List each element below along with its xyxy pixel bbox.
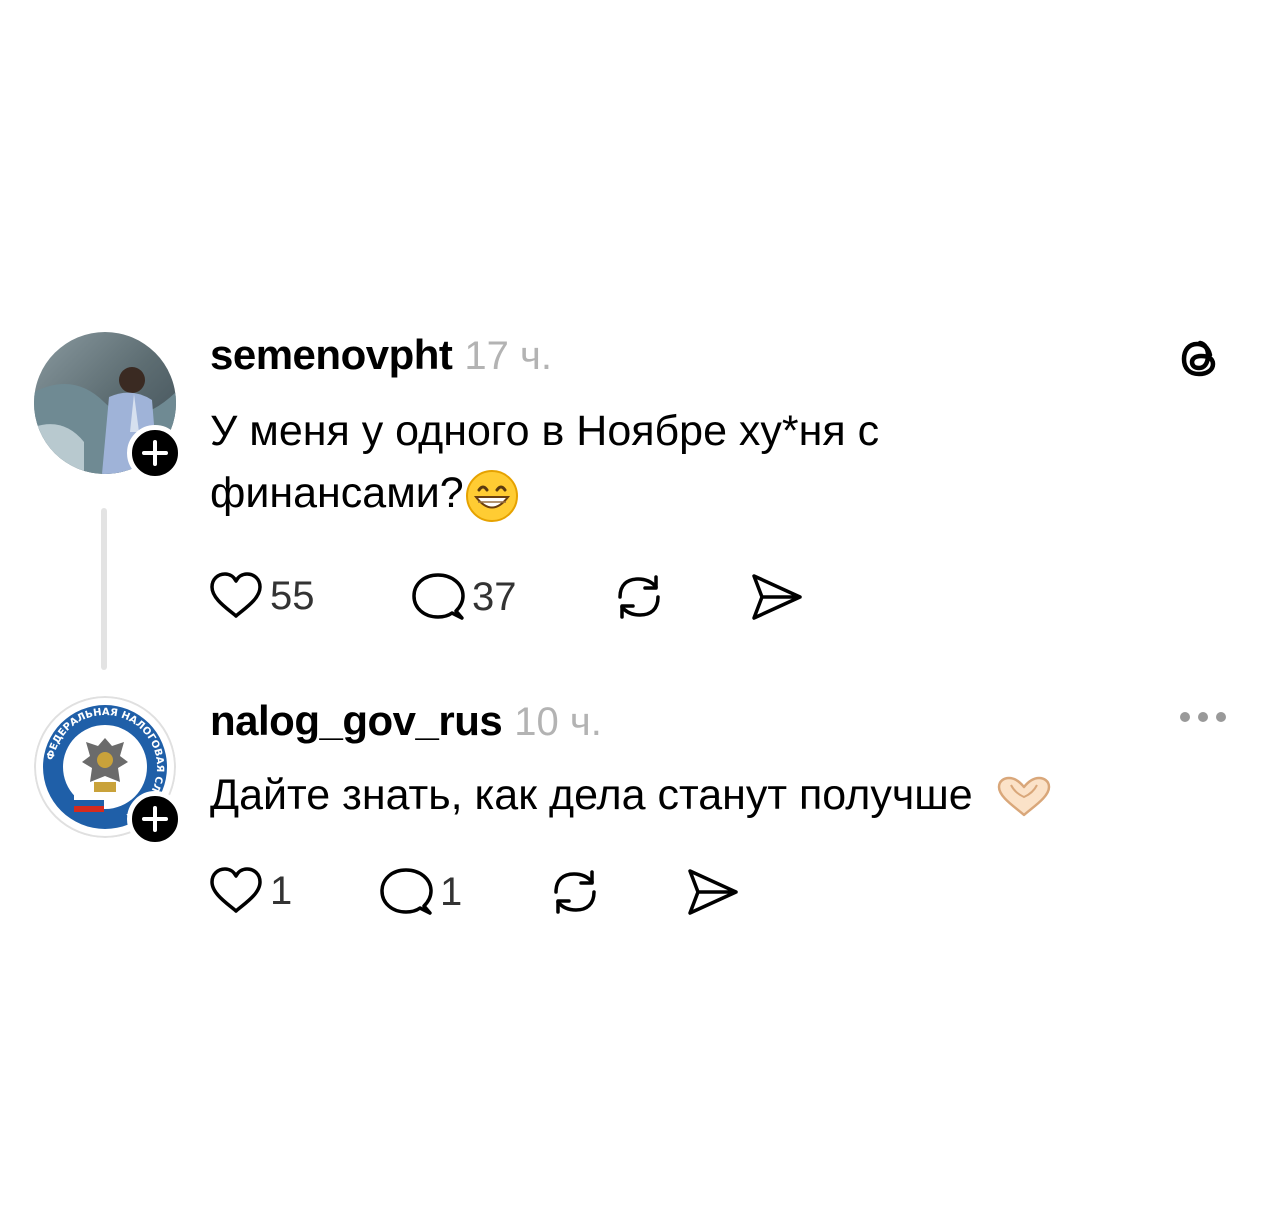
plus-icon — [142, 806, 168, 832]
like-count: 1 — [270, 869, 293, 913]
reply-button[interactable]: 1 — [378, 866, 462, 918]
timestamp: 10 ч. — [514, 700, 602, 744]
thread-connector — [101, 508, 107, 670]
post-text-line2-wrap: финансами? — [210, 462, 879, 524]
repost-icon[interactable] — [546, 864, 604, 920]
comment-icon — [380, 868, 433, 915]
username[interactable]: nalog_gov_rus — [210, 697, 503, 744]
username[interactable]: semenovpht — [210, 331, 453, 378]
heart-icon — [210, 867, 262, 913]
like-button[interactable]: 55 — [208, 571, 315, 621]
post-text-line1: У меня у одного в Ноябре ху*ня с — [210, 407, 880, 455]
post-text-line: Дайте знать, как дела станут получше — [210, 771, 973, 819]
reply-count: 1 — [440, 870, 463, 914]
heart-hands-icon — [997, 776, 1050, 816]
post-2: ФЕДЕРАЛЬНАЯ НАЛОГОВАЯ СЛУЖБА nalog_gov_r… — [0, 680, 1280, 980]
reply-count: 37 — [472, 575, 517, 619]
plus-icon — [142, 440, 168, 466]
reply-button[interactable]: 37 — [410, 571, 517, 623]
grinning-emoji-icon — [465, 469, 518, 522]
more-icon[interactable] — [1178, 710, 1228, 724]
post-text: Дайте знать, как дела станут получше — [210, 764, 1055, 826]
follow-button[interactable] — [127, 791, 183, 847]
post-1: semenovpht 17 ч. У меня у одного в Ноябре… — [0, 0, 1280, 680]
threads-icon[interactable] — [1177, 333, 1225, 383]
post-text: У меня у одного в Ноябре ху*ня с финанса… — [210, 400, 879, 524]
send-icon[interactable] — [748, 571, 804, 623]
send-icon[interactable] — [684, 866, 740, 918]
like-button[interactable]: 1 — [208, 866, 292, 916]
post-header: nalog_gov_rus 10 ч. — [210, 697, 602, 744]
repost-icon[interactable] — [610, 569, 668, 625]
timestamp: 17 ч. — [464, 334, 552, 378]
follow-button[interactable] — [127, 425, 183, 481]
post-text-line2: финансами? — [210, 469, 464, 517]
like-count: 55 — [270, 574, 315, 618]
heart-icon — [210, 572, 262, 618]
post-header: semenovpht 17 ч. — [210, 331, 552, 378]
comment-icon — [412, 573, 465, 620]
